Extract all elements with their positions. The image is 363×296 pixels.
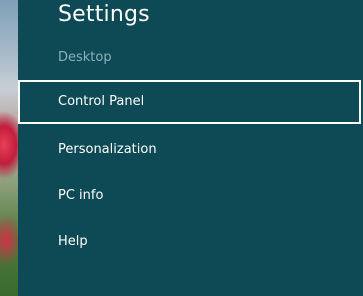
menu-item-personalization[interactable]: Personalization <box>18 128 361 172</box>
menu-item-control-panel[interactable]: Control Panel <box>18 80 361 124</box>
settings-charm-panel: Settings Desktop Control Panel Personali… <box>18 0 363 296</box>
desktop-wallpaper-edge <box>0 0 18 296</box>
panel-title: Settings <box>58 2 150 27</box>
menu-item-pc-info[interactable]: PC info <box>18 174 361 218</box>
menu-item-help[interactable]: Help <box>18 220 361 264</box>
section-label-desktop: Desktop <box>58 50 112 65</box>
screen: Settings Desktop Control Panel Personali… <box>0 0 363 296</box>
